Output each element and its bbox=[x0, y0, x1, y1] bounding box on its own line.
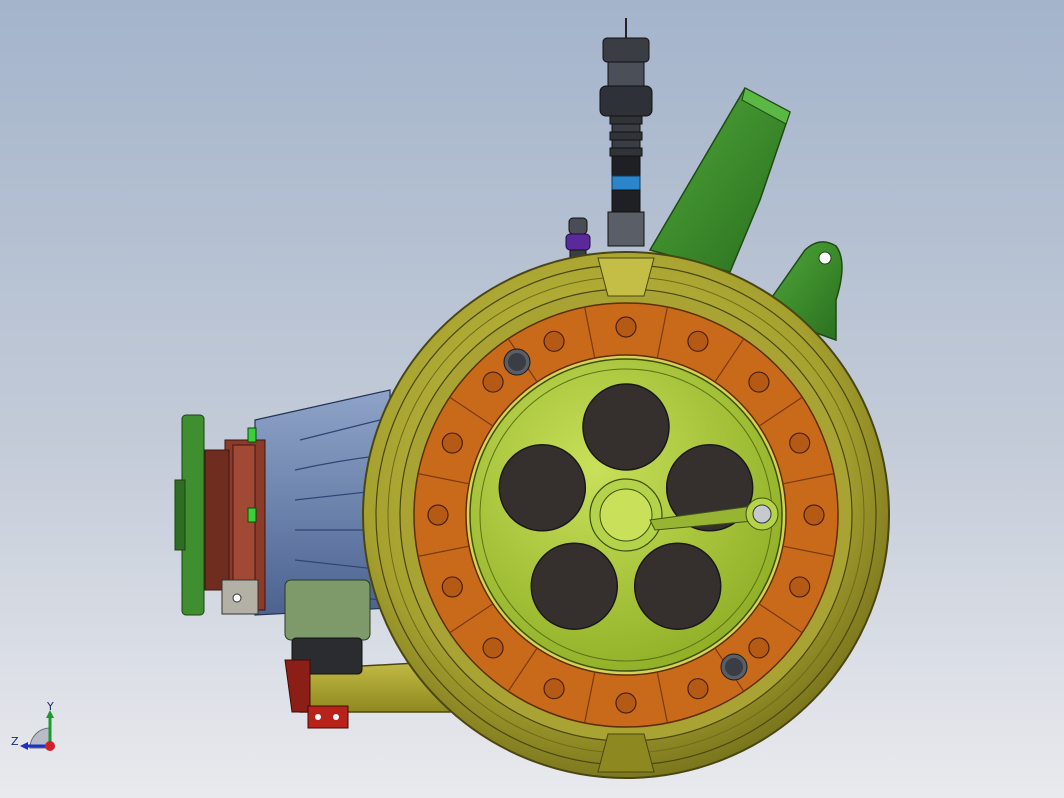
rivet-hole bbox=[789, 432, 811, 454]
grey-bolt bbox=[503, 348, 531, 376]
hub-lightening-hole bbox=[498, 444, 587, 532]
grey-bolt bbox=[720, 653, 748, 681]
hub-lightening-hole bbox=[633, 542, 722, 630]
rivet-hole bbox=[748, 371, 770, 393]
rivet-hole bbox=[803, 504, 825, 526]
hub-lightening-hole bbox=[582, 383, 670, 471]
rivet-hole bbox=[687, 678, 709, 700]
cad-viewport[interactable]: Y Z bbox=[0, 0, 1064, 798]
rivet-hole bbox=[482, 637, 504, 659]
rivet-hole bbox=[687, 330, 709, 352]
rivet-hole bbox=[427, 504, 449, 526]
cable-adjuster[interactable] bbox=[599, 18, 653, 247]
rivet-hole bbox=[615, 316, 637, 338]
assembly-model[interactable] bbox=[0, 0, 1064, 798]
rivet-hole bbox=[615, 692, 637, 714]
rivet-hole bbox=[748, 637, 770, 659]
hub-plate[interactable] bbox=[469, 358, 783, 672]
rivet-hole bbox=[543, 330, 565, 352]
rivet-hole bbox=[543, 678, 565, 700]
hub-lightening-hole bbox=[530, 542, 619, 630]
rivet-hole bbox=[441, 576, 463, 598]
rivet-hole bbox=[441, 432, 463, 454]
rivet-hole bbox=[482, 371, 504, 393]
rivet-hole bbox=[789, 576, 811, 598]
purple-fitting[interactable] bbox=[565, 217, 591, 259]
